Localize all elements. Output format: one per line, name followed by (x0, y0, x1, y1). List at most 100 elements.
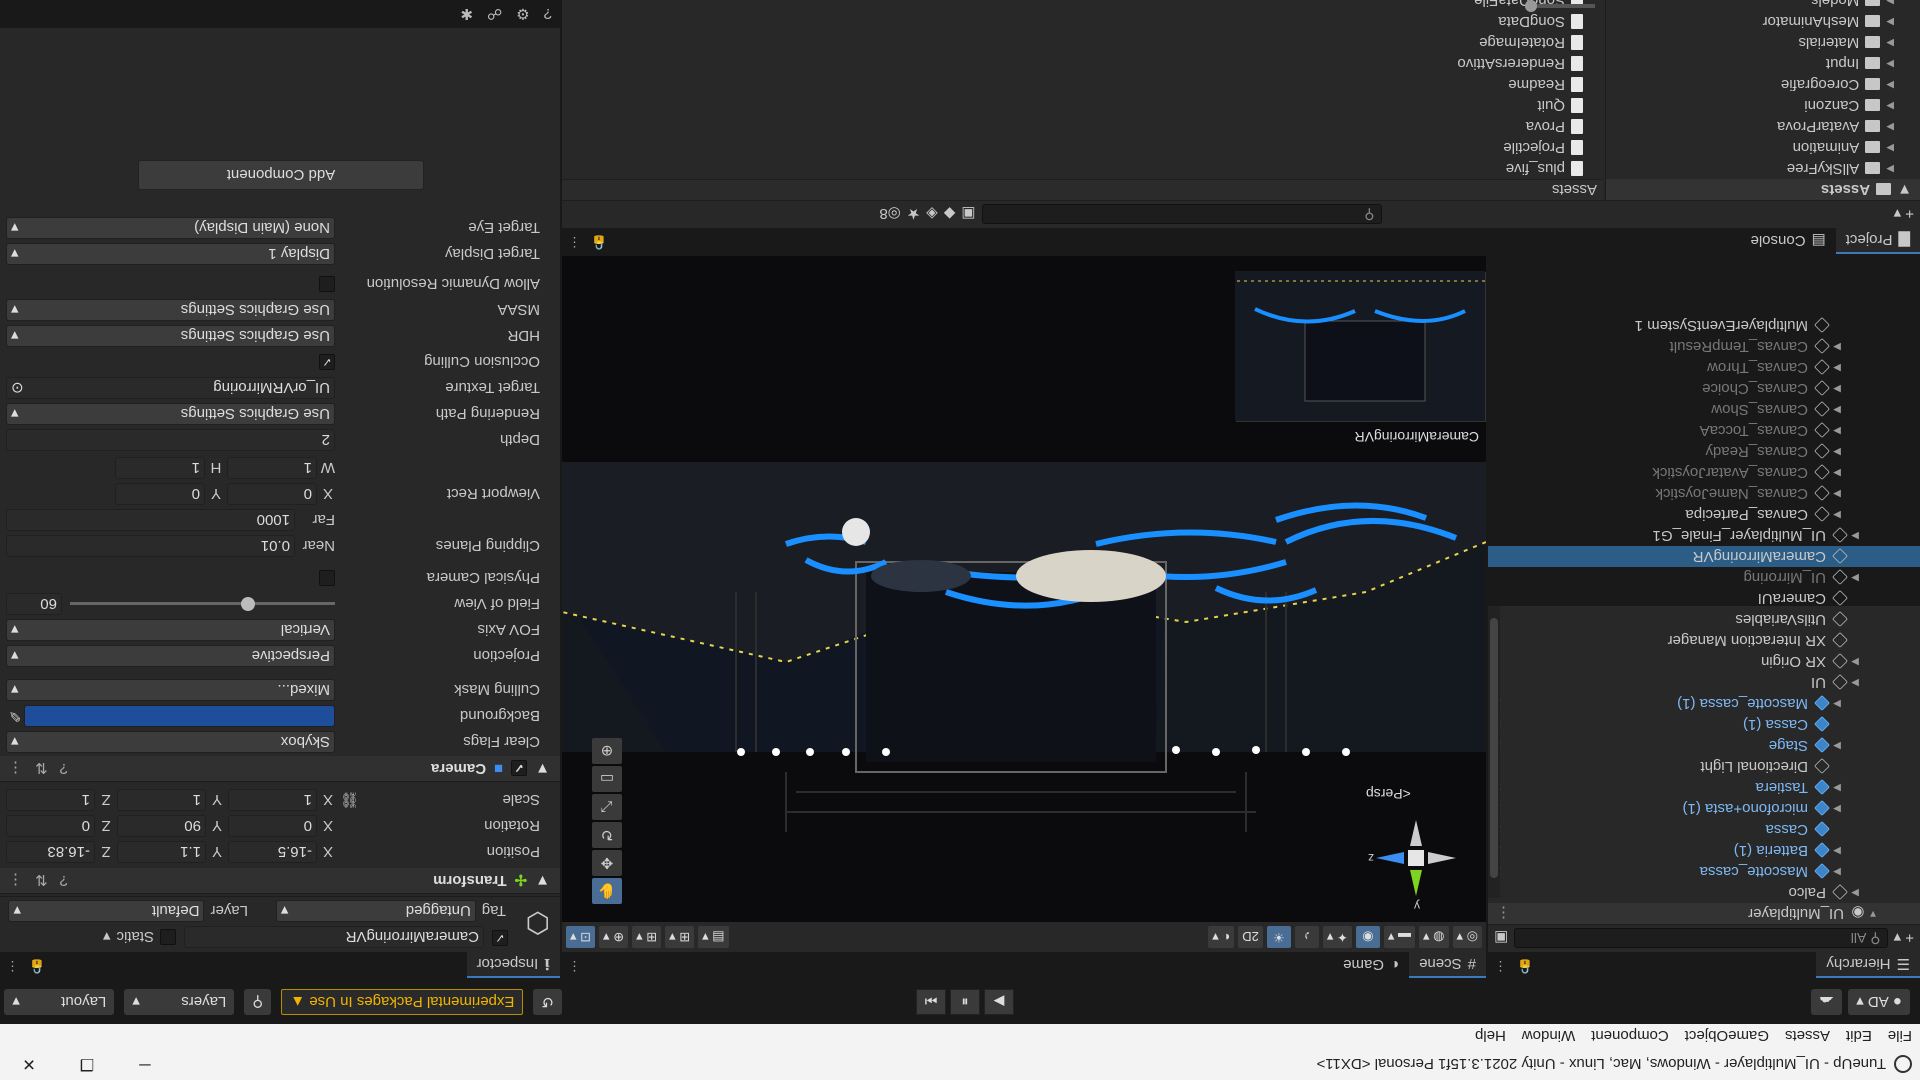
more-icon[interactable]: ⋮ (8, 872, 23, 890)
target-eye-dropdown[interactable]: None (Main Display) ▾ (6, 217, 335, 239)
viewport-w-field[interactable]: 1 (227, 457, 317, 479)
collab-icon[interactable]: ☍ (487, 5, 502, 23)
target-display-dropdown[interactable]: Display 1 ▾ (6, 243, 335, 265)
expand-arrow-icon[interactable]: ▶ (1830, 362, 1844, 373)
fov-slider-thumb[interactable] (240, 597, 255, 612)
menu-window[interactable]: Window (1514, 1028, 1583, 1045)
project-asset-item[interactable]: SongData (562, 11, 1583, 32)
project-asset-item[interactable]: SongDataFile (562, 0, 1583, 11)
hierarchy-item[interactable]: Cassa (1)› (1488, 714, 1920, 735)
clear-flags-dropdown[interactable]: Skybox ▾ (6, 731, 335, 753)
project-tree-folder[interactable]: ▶ Models (1606, 0, 1920, 11)
near-field[interactable]: 0.01 (6, 535, 295, 557)
expand-arrow-icon[interactable]: ▶ (1848, 530, 1862, 541)
zoom-slider[interactable] (1525, 0, 1595, 12)
expand-arrow-icon[interactable]: ▼ (1866, 908, 1880, 919)
rect-tool-icon[interactable]: ▭ (592, 766, 622, 792)
camera-enabled-checkbox[interactable]: ✓ (511, 760, 528, 777)
hierarchy-search-input[interactable]: ⚲ All (1514, 928, 1888, 949)
menu-component[interactable]: Component (1583, 1028, 1677, 1045)
fov-slider[interactable] (70, 597, 335, 612)
hierarchy-item[interactable]: CameraUI (1488, 588, 1920, 609)
position-z-field[interactable]: -16.83 (6, 841, 95, 863)
camera-header[interactable]: ▼ ✓ ■ Camera? ⇅ ⋮ (0, 756, 560, 782)
hierarchy-item[interactable]: ▶Batteria (1)› (1488, 840, 1920, 861)
project-asset-item[interactable]: Projectile (562, 137, 1583, 158)
more-icon[interactable]: ⋮ (1496, 905, 1511, 923)
orientation-gizmo[interactable]: yz <Persp (1366, 786, 1466, 914)
hierarchy-item[interactable]: ▶ Canvas_TempResult (1488, 336, 1920, 357)
shading-mode-button[interactable]: ◐ ▾ (1208, 926, 1235, 948)
hierarchy-item[interactable]: ▶ Canvas_Throw (1488, 357, 1920, 378)
pivot-button[interactable]: ⊡ ▾ (566, 926, 596, 948)
layers-dropdown[interactable]: Layers ▾ (124, 989, 235, 1015)
msaa-dropdown[interactable]: Use Graphics Settings ▾ (6, 299, 335, 321)
more-icon[interactable]: ⋮ (568, 958, 581, 974)
add-component-button[interactable]: Add Component (138, 160, 424, 190)
expand-arrow-icon[interactable]: ▶ (1830, 488, 1844, 499)
filter-type-icon[interactable]: ◈ (926, 206, 938, 224)
viewport-y-field[interactable]: 0 (115, 483, 205, 505)
menu-edit[interactable]: Edit (1838, 1028, 1880, 1045)
scale-z-field[interactable]: 1 (6, 789, 95, 811)
maximize-button[interactable]: ❐ (58, 1048, 116, 1080)
hierarchy-item[interactable]: ▶ Canvas_Partecipa (1488, 504, 1920, 525)
hierarchy-item[interactable]: ▶Stage› (1488, 735, 1920, 756)
view-tool-hand-icon[interactable]: ✋ (592, 878, 622, 904)
grid-button[interactable]: ⊞ ▾ (632, 926, 662, 948)
occlusion-culling-checkbox[interactable]: ✓ (319, 354, 335, 370)
history-button[interactable]: ↺ (533, 989, 562, 1015)
depth-field[interactable]: 2 (6, 429, 335, 451)
fov-field[interactable]: 60 (6, 593, 62, 615)
rotate-tool-icon[interactable]: ↻ (592, 822, 622, 848)
background-color-field[interactable] (24, 705, 335, 727)
expand-arrow-icon[interactable]: ▶ (1830, 509, 1844, 520)
bug-icon[interactable]: ✱ (460, 5, 473, 23)
hierarchy-item[interactable]: XR Interaction Manager (1488, 630, 1920, 651)
expand-arrow-icon[interactable]: ▶ (1830, 383, 1844, 394)
viewport-h-field[interactable]: 1 (115, 457, 205, 479)
hierarchy-item[interactable]: CameraMirroringVR (1488, 546, 1920, 567)
rotation-y-field[interactable]: 90 (117, 815, 206, 837)
hierarchy-item[interactable]: UtilsVariables (1488, 609, 1920, 630)
hierarchy-item[interactable]: ▶ Canvas_Show (1488, 399, 1920, 420)
project-tree-folder[interactable]: ▶ AvatarProva (1606, 116, 1920, 137)
preset-icon[interactable]: ⇅ (35, 760, 48, 778)
project-tree-folder[interactable]: ▶ Animation (1606, 137, 1920, 158)
scene-viewport[interactable]: CameraMirroringVR yz <Persp ✋ ✥ ↻ ⤢ ▭ ⊕ (562, 256, 1486, 922)
audio-button[interactable]: ♪ (1294, 926, 1319, 948)
tab-game[interactable]: ◐ Game (1333, 952, 1409, 978)
lock-icon[interactable]: 🔓 (1517, 958, 1533, 974)
viewport-x-field[interactable]: 0 (227, 483, 317, 505)
expand-arrow-icon[interactable]: ▶ (1886, 37, 1894, 48)
tree-root[interactable]: ▼ Assets (1606, 179, 1920, 200)
tag-dropdown[interactable]: Untagged ▾ (275, 900, 476, 922)
expand-arrow-icon[interactable]: ▼ (535, 872, 550, 889)
hidden-packages-icon[interactable]: ◎8 (879, 206, 900, 224)
expand-arrow-icon[interactable]: ▶ (1830, 845, 1844, 856)
settings-icon[interactable]: ⚙ (516, 5, 529, 23)
expand-arrow-icon[interactable]: ▶ (1830, 341, 1844, 352)
hierarchy-item[interactable]: ▶ Canvas_NameJoystick (1488, 483, 1920, 504)
expand-arrow-icon[interactable]: ▶ (1886, 142, 1894, 153)
project-tree-folder[interactable]: ▶ MeshAnimator (1606, 11, 1920, 32)
projection-dropdown[interactable]: Perspective ▾ (6, 645, 335, 667)
menu-assets[interactable]: Assets (1777, 1028, 1838, 1045)
preset-icon[interactable]: ⇅ (35, 872, 48, 890)
fov-axis-dropdown[interactable]: Vertical ▾ (6, 619, 335, 641)
tab-scene[interactable]: # Scene (1409, 952, 1486, 978)
close-button[interactable]: ✕ (0, 1048, 58, 1080)
hierarchy-item[interactable]: ▶Tastiera› (1488, 777, 1920, 798)
hierarchy-item[interactable]: Cassa› (1488, 819, 1920, 840)
expand-arrow-icon[interactable]: ▶ (1886, 79, 1894, 90)
hierarchy-item[interactable]: ▶ UI_Multiplayer_Finale_G1 (1488, 525, 1920, 546)
perspective-label[interactable]: <Persp (1366, 786, 1466, 802)
layer-dropdown[interactable]: Default ▾ (8, 900, 205, 922)
static-toggle[interactable]: Static ▾ (103, 928, 176, 946)
scale-tool-icon[interactable]: ⤢ (592, 794, 622, 820)
menu-file[interactable]: File (1880, 1028, 1920, 1045)
tab-project[interactable]: ▇ Project (1835, 228, 1920, 254)
project-tree-folder[interactable]: ▶ Materials (1606, 32, 1920, 53)
minimize-button[interactable]: ─ (116, 1048, 174, 1080)
expand-arrow-icon[interactable]: ▶ (1830, 404, 1844, 415)
